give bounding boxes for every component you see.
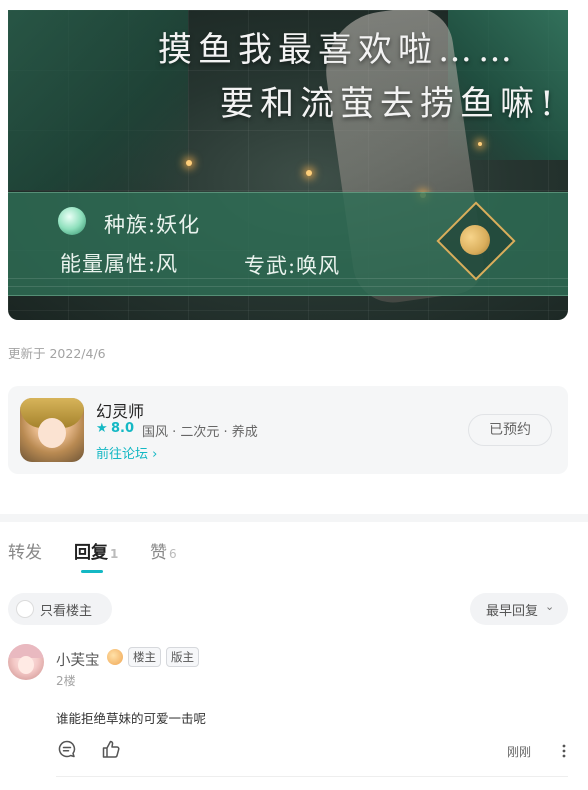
- section-divider: [0, 514, 588, 522]
- star-icon: ★: [96, 421, 108, 436]
- only-owner-label: 只看楼主: [40, 604, 93, 619]
- tab-repost-label: 转发: [8, 543, 42, 563]
- tab-repost[interactable]: 转发: [8, 538, 42, 563]
- element-emblem-icon: [58, 207, 86, 235]
- radio-icon[interactable]: [16, 600, 34, 618]
- comment-time: 刚刚: [507, 745, 532, 759]
- more-icon[interactable]: [560, 743, 568, 759]
- comment-text: 谁能拒绝草妹的可爱一击呢: [56, 711, 207, 726]
- forum-link[interactable]: 前往论坛 ›: [96, 443, 157, 462]
- tab-reply-count: 1: [110, 547, 119, 561]
- only-owner-toggle[interactable]: 只看楼主: [8, 593, 112, 625]
- tab-reply-label: 回复: [74, 543, 108, 563]
- like-icon[interactable]: [101, 739, 121, 759]
- game-icon-face: [38, 418, 66, 448]
- banner-title-line1: 摸鱼我最喜欢啦……: [158, 30, 518, 70]
- banner-spark: [306, 170, 312, 176]
- moderator-tag: 版主: [166, 647, 199, 667]
- reply-icon[interactable]: [58, 740, 76, 758]
- level-badge-icon: [107, 649, 123, 665]
- tab-like-count: 6: [169, 547, 177, 561]
- tab-like-label: 赞: [150, 543, 167, 563]
- owner-tag: 楼主: [128, 647, 161, 667]
- banner-attribute: 能量属性:风: [60, 252, 179, 276]
- banner-spark: [186, 160, 192, 166]
- post-updated-date: 更新于 2022/4/6: [8, 346, 106, 361]
- avatar[interactable]: [8, 644, 44, 680]
- faction-taiji-icon: [460, 225, 490, 255]
- sort-label: 最早回复: [486, 604, 539, 619]
- banner-race: 种族:妖化: [104, 213, 201, 237]
- chevron-down-icon: ⌄: [545, 600, 555, 613]
- banner-spark: [478, 142, 482, 146]
- game-icon[interactable]: [20, 398, 84, 462]
- game-tags: 国风 · 二次元 · 养成: [142, 425, 258, 440]
- tab-reply[interactable]: 回复 1: [74, 538, 118, 563]
- banner-title-line2: 要和流萤去捞鱼嘛!: [220, 84, 560, 124]
- comment-floor: 2楼: [56, 674, 76, 688]
- post-banner-image[interactable]: 摸鱼我最喜欢啦…… 要和流萤去捞鱼嘛! 种族:妖化 能量属性:风 专武:唤风: [8, 10, 568, 320]
- tab-like[interactable]: 赞6: [150, 538, 177, 563]
- reserve-button[interactable]: 已预约: [468, 414, 552, 446]
- banner-stripe: [8, 286, 568, 287]
- game-score: 8.0: [111, 421, 135, 436]
- banner-weapon: 专武:唤风: [244, 254, 341, 278]
- avatar-face: [18, 656, 34, 674]
- game-card[interactable]: 幻灵师 ★ 8.0 国风 · 二次元 · 养成 前往论坛 › 已预约: [8, 386, 568, 474]
- comment-author[interactable]: 小芙宝: [56, 649, 100, 670]
- active-tab-indicator: [81, 570, 103, 573]
- sort-dropdown[interactable]: 最早回复 ⌄: [470, 593, 568, 625]
- game-name[interactable]: 幻灵师: [96, 398, 144, 422]
- comment-divider: [56, 776, 568, 777]
